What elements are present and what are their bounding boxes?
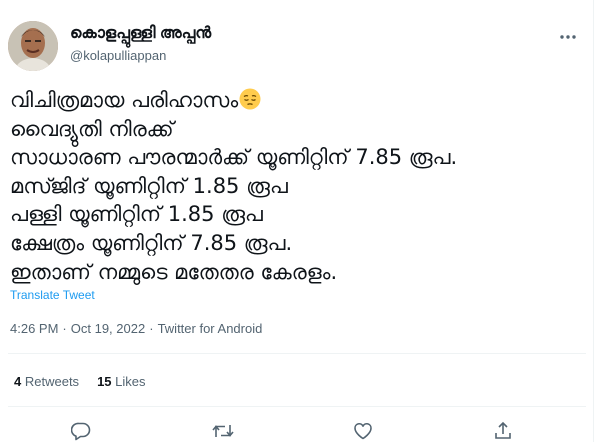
- reply-button[interactable]: [70, 420, 92, 442]
- divider: [8, 406, 586, 407]
- meta-separator: ·: [62, 321, 67, 336]
- tweet-line: ക്ഷേത്രം യൂണിറ്റിന് 7.85 രൂപ.: [10, 230, 293, 255]
- tweet-header: കൊളപ്പുള്ളി അപ്പൻ @kolapulliappan: [8, 18, 586, 74]
- retweet-icon: [212, 421, 234, 441]
- share-icon: [493, 421, 513, 441]
- tweet-text: വിചിത്രമായ പരിഹാസം വൈദ്യുതി നിരക്ക് സാധാ…: [10, 86, 580, 286]
- retweets-label: Retweets: [24, 374, 80, 389]
- reply-icon: [71, 421, 91, 441]
- tweet-source[interactable]: Twitter for Android: [158, 321, 263, 336]
- more-dots-icon: [559, 34, 577, 40]
- translate-tweet-link[interactable]: Translate Tweet: [10, 288, 95, 302]
- avatar[interactable]: [8, 21, 58, 71]
- tweet-stats: 4 Retweets 15 Likes: [14, 374, 146, 389]
- tweet-time[interactable]: 4:26 PM: [10, 321, 58, 336]
- retweets-count: 4: [14, 374, 22, 389]
- like-button[interactable]: [352, 420, 374, 442]
- tweet-line: സാധാരണ പൗരന്മാർക്ക് യൂണിറ്റിന് 7.85 രൂപ.: [10, 145, 458, 170]
- likes-stat[interactable]: 15 Likes: [97, 374, 145, 389]
- meta-separator: ·: [149, 321, 154, 336]
- tweet-line: വിചിത്രമായ പരിഹാസം: [10, 86, 580, 115]
- user-handle[interactable]: @kolapulliappan: [70, 48, 166, 63]
- tweet-line-text: വിചിത്രമായ പരിഹാസം: [10, 88, 239, 112]
- likes-label: Likes: [115, 374, 146, 389]
- retweets-stat[interactable]: 4 Retweets: [14, 374, 79, 389]
- tweet-line: പള്ളി യൂണിറ്റിന് 1.85 രൂപ: [10, 202, 263, 227]
- heart-icon: [353, 421, 373, 441]
- pensive-face-icon: [239, 88, 261, 110]
- tweet-date[interactable]: Oct 19, 2022: [71, 321, 145, 336]
- tweet-meta: 4:26 PM · Oct 19, 2022 · Twitter for Android: [10, 321, 262, 336]
- retweet-button[interactable]: [212, 420, 234, 442]
- share-button[interactable]: [492, 420, 514, 442]
- tweet-line: വൈദ്യുതി നിരക്ക്: [10, 116, 174, 141]
- more-button[interactable]: [556, 28, 580, 46]
- display-name[interactable]: കൊളപ്പുള്ളി അപ്പൻ: [70, 25, 211, 43]
- tweet-line: മസ്ജിദ് യൂണിറ്റിന് 1.85 രൂപ: [10, 173, 288, 198]
- likes-count: 15: [97, 374, 112, 389]
- divider: [8, 353, 586, 354]
- tweet-actions: [0, 420, 594, 442]
- tweet-line: ഇതാണ് നമ്മുടെ മതേതര കേരളം.: [10, 259, 338, 284]
